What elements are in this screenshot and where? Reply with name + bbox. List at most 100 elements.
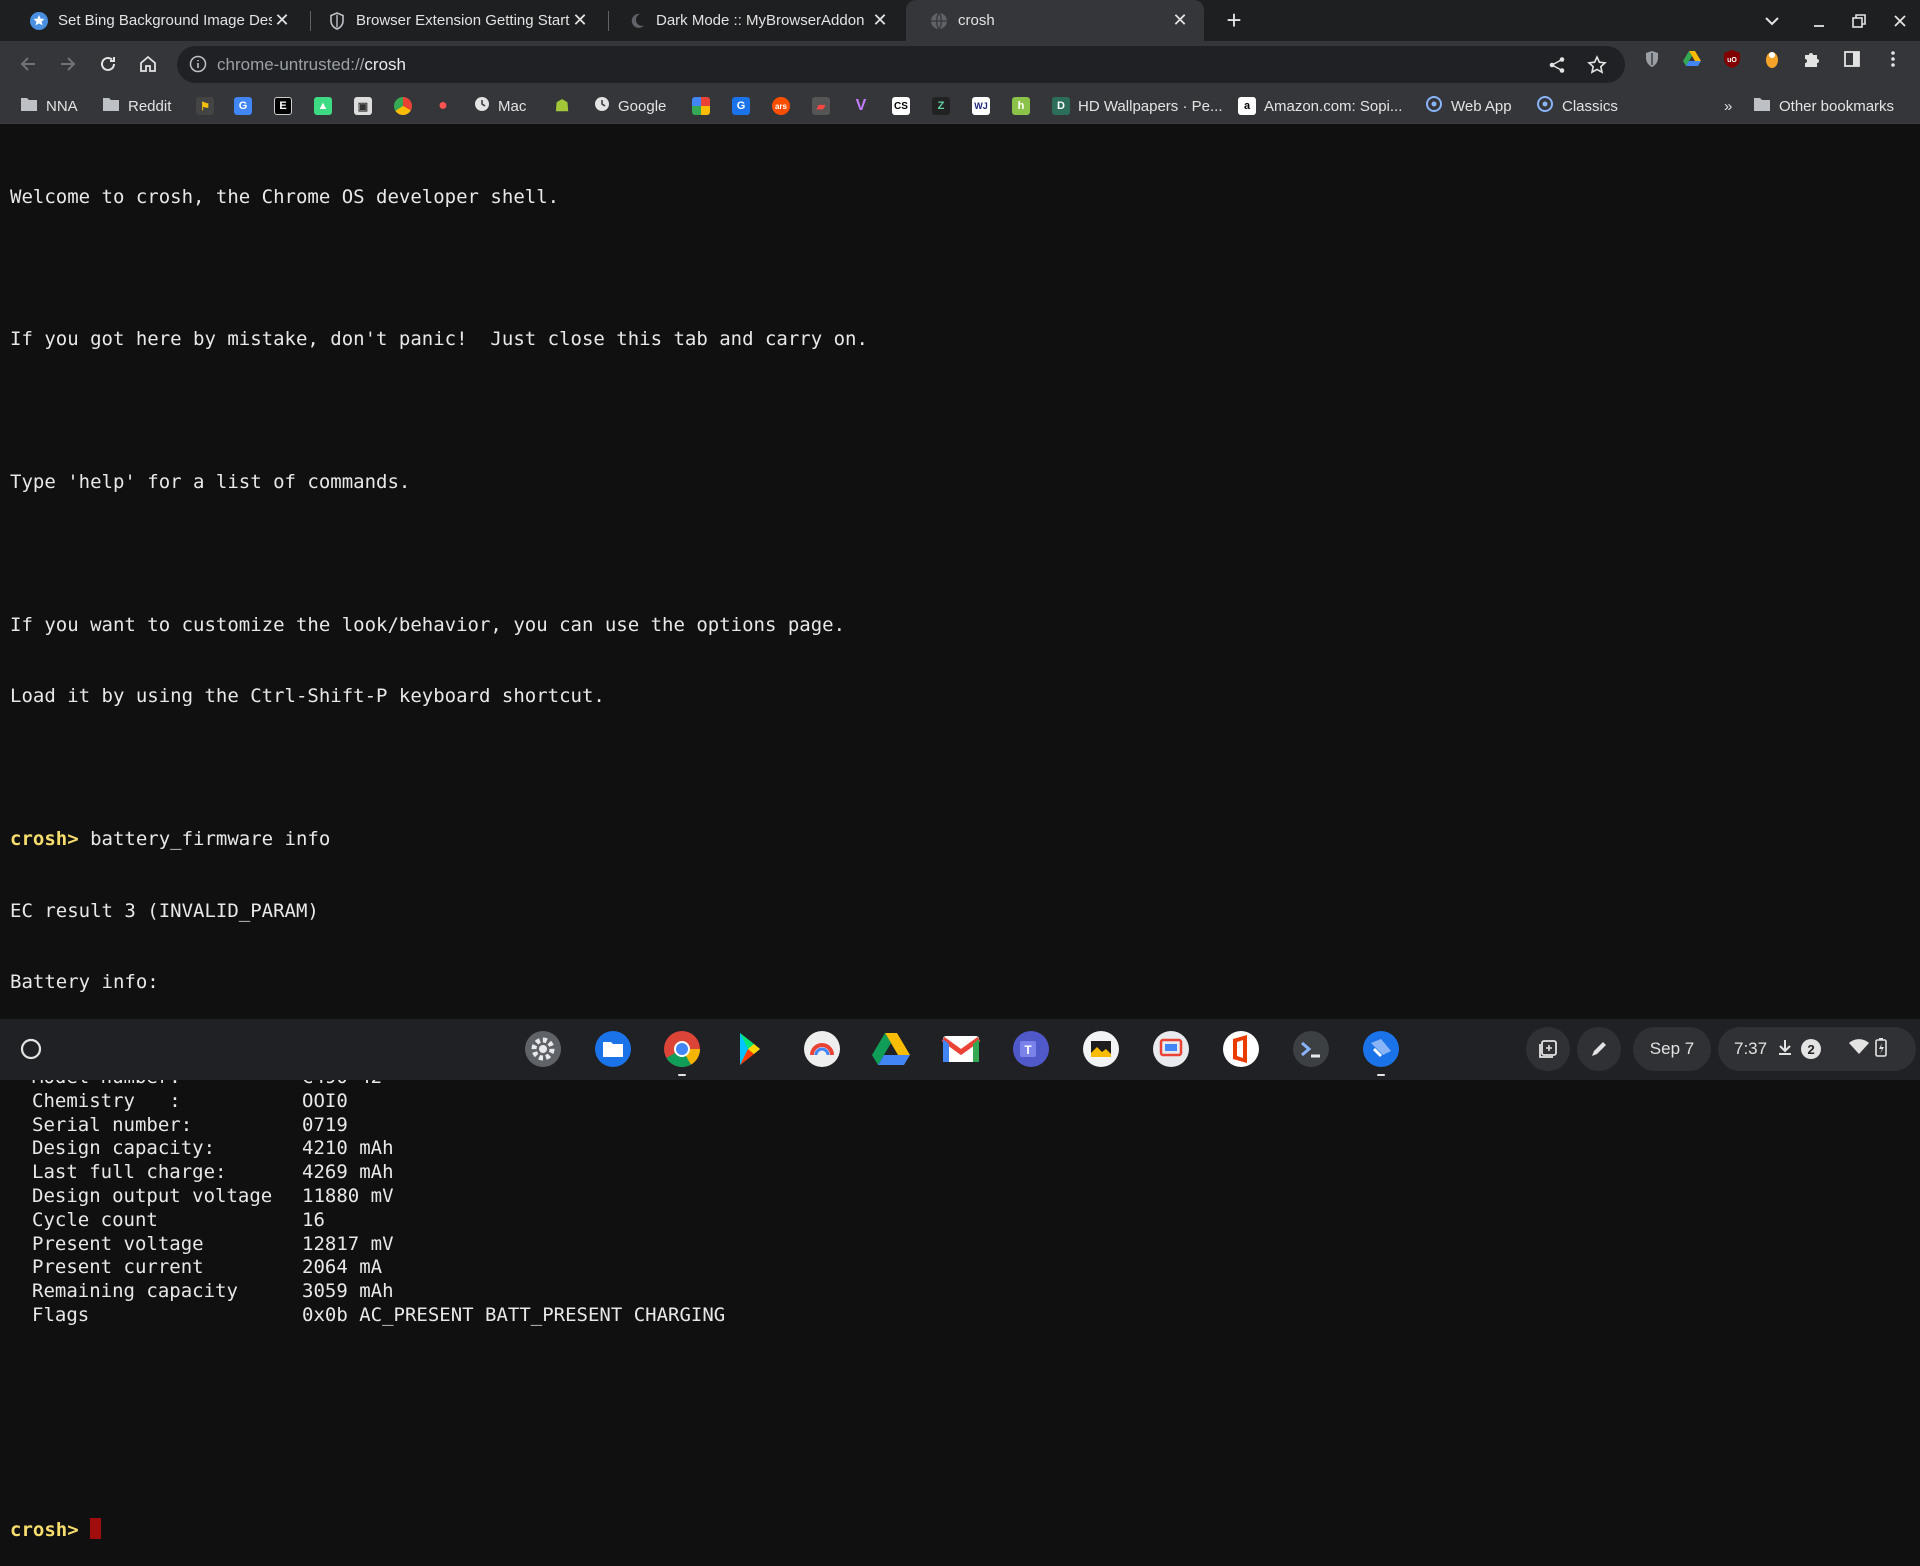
bookmarks-overflow-button[interactable]: » [1724, 94, 1732, 118]
forward-icon[interactable] [53, 49, 83, 79]
bookmark-label: HD Wallpapers · Pe... [1078, 97, 1223, 115]
bookmark-icon-only[interactable]: ars [772, 94, 790, 118]
info-icon[interactable] [189, 55, 207, 78]
google-drive-app-icon[interactable] [868, 1026, 914, 1072]
bookmark-icon-only[interactable]: G [234, 94, 252, 118]
bookmark-icon-only[interactable]: ▲ [314, 94, 332, 118]
bookmark-icon-only[interactable]: ⚑ [196, 94, 214, 118]
ublock-origin-icon[interactable]: uO [1719, 46, 1745, 72]
bookmark-icon-only[interactable]: E [274, 94, 292, 118]
minimize-icon[interactable] [1804, 6, 1834, 36]
stylus-pen-icon[interactable] [1577, 1027, 1621, 1071]
download-icon [1777, 1038, 1793, 1061]
tab-search-icon[interactable] [1757, 6, 1787, 36]
screencast-app-icon[interactable] [1148, 1026, 1194, 1072]
play-store-app-icon[interactable] [729, 1026, 775, 1072]
bookmark-icon-only[interactable]: ● [434, 94, 452, 118]
bookmark-icon-only[interactable]: ▰ [812, 94, 830, 118]
bookmark-icon-only[interactable]: WJ [972, 94, 990, 118]
close-icon[interactable]: ✕ [1170, 10, 1190, 31]
battery-field-value: 3059 mAh [302, 1280, 394, 1303]
red-app-icon: ▰ [812, 97, 830, 115]
bookmark-icon-only[interactable]: ☗ [553, 94, 571, 118]
crosh-terminal[interactable]: Welcome to crosh, the Chrome OS develope… [0, 124, 1920, 1541]
remote-desktop-app-icon[interactable] [799, 1026, 845, 1072]
close-icon[interactable]: ✕ [870, 10, 890, 31]
bookmark-label: Amazon.com: Sopi... [1264, 97, 1403, 115]
battery-field-value: 11880 mV [302, 1185, 394, 1208]
gmail-app-icon[interactable] [938, 1026, 984, 1072]
menu-kebab-icon[interactable] [1880, 46, 1906, 72]
v-icon: V [855, 97, 867, 114]
tab-dark-mode[interactable]: Dark Mode :: MyBrowserAddon ✕ [604, 0, 904, 41]
bing-extension-icon [30, 11, 48, 30]
bookmark-classics[interactable]: Classics [1536, 94, 1618, 118]
wj-icon: WJ [972, 97, 990, 115]
battery-field-label: Chemistry : [32, 1089, 181, 1112]
teams-app-icon[interactable]: T [1008, 1026, 1054, 1072]
bookmark-amazon[interactable]: a Amazon.com: Sopi... [1238, 94, 1402, 118]
folder-icon [102, 96, 120, 116]
bookmark-icon-only[interactable]: V [852, 94, 870, 118]
new-tab-button[interactable]: + [1220, 5, 1248, 35]
tab-extension-getting-started[interactable]: Browser Extension Getting Starte ✕ [304, 0, 604, 41]
bookmark-icon-only[interactable]: ▣ [354, 94, 372, 118]
holding-space-icon[interactable] [1526, 1027, 1570, 1071]
restore-icon[interactable] [1844, 6, 1874, 36]
bookmark-star-icon[interactable] [1584, 52, 1610, 78]
battery-field-label: Design capacity: [32, 1137, 216, 1160]
close-icon[interactable]: ✕ [272, 10, 292, 31]
bookmark-folder-reddit[interactable]: Reddit [102, 94, 171, 118]
url-text[interactable]: chrome-untrusted://crosh [217, 55, 406, 75]
bookmark-icon-only[interactable]: h [1012, 94, 1030, 118]
crosh-app-icon[interactable] [1358, 1026, 1404, 1076]
bookmark-icon-only[interactable] [394, 94, 412, 118]
bookmark-folder-nna[interactable]: NNA [20, 94, 78, 118]
bookmark-google[interactable]: Google [594, 94, 666, 118]
battery-field-label: Cycle count [32, 1208, 158, 1231]
bookmark-icon-only[interactable]: CS [892, 94, 910, 118]
settings-app-icon[interactable] [520, 1026, 566, 1072]
android-robot-icon: ☗ [554, 98, 570, 115]
bookmark-web-app[interactable]: Web App [1425, 94, 1512, 118]
battery-field-label: Present current [32, 1256, 204, 1279]
battery-info-row: Last full charge: 4269 mAh [10, 1161, 1920, 1185]
reload-icon[interactable] [93, 49, 123, 79]
share-icon[interactable] [1544, 52, 1570, 78]
bookmark-mac[interactable]: Mac [474, 94, 526, 118]
tab-crosh[interactable]: crosh ✕ [906, 0, 1204, 41]
status-area[interactable]: 7:37 2 [1718, 1027, 1916, 1071]
close-icon[interactable]: ✕ [570, 10, 590, 31]
home-icon[interactable] [133, 49, 163, 79]
gallery-app-icon[interactable] [1078, 1026, 1124, 1072]
tab-title: crosh [958, 12, 995, 29]
terminal-app-icon[interactable] [1288, 1026, 1334, 1072]
clock-icon [474, 96, 490, 116]
files-app-icon[interactable] [590, 1026, 636, 1072]
bookmark-icon-only[interactable]: Z [932, 94, 950, 118]
extension-orange-icon[interactable] [1759, 46, 1785, 72]
bookmark-label: Classics [1562, 97, 1618, 115]
extensions-puzzle-icon[interactable] [1799, 46, 1825, 72]
back-icon[interactable] [13, 49, 43, 79]
tab-bing-background[interactable]: Set Bing Background Image Desk ✕ [6, 0, 306, 41]
date-tray[interactable]: Sep 7 [1633, 1027, 1711, 1071]
input-line[interactable]: crosh> [10, 1518, 1920, 1542]
folder-icon [20, 96, 38, 116]
office-app-icon[interactable] [1218, 1026, 1264, 1072]
moon-icon [628, 12, 646, 30]
bookmark-folder-other[interactable]: Other bookmarks [1753, 94, 1894, 118]
shield-extension-icon[interactable] [1639, 46, 1665, 72]
google-drive-icon[interactable] [1679, 46, 1705, 72]
launcher-button[interactable] [8, 1026, 54, 1072]
webapp-icon [1425, 95, 1443, 117]
bookmark-icon-only[interactable]: G [732, 94, 750, 118]
side-panel-icon[interactable] [1839, 46, 1865, 72]
address-bar[interactable]: chrome-untrusted://crosh [177, 46, 1625, 83]
g-icon: G [732, 97, 750, 115]
chrome-app-icon[interactable] [659, 1026, 705, 1076]
close-window-icon[interactable] [1885, 6, 1915, 36]
bookmark-hd-wallpapers[interactable]: D HD Wallpapers · Pe... [1052, 94, 1223, 118]
bookmark-icon-only[interactable] [692, 94, 710, 118]
tab-title: Set Bing Background Image Desk [58, 12, 272, 29]
